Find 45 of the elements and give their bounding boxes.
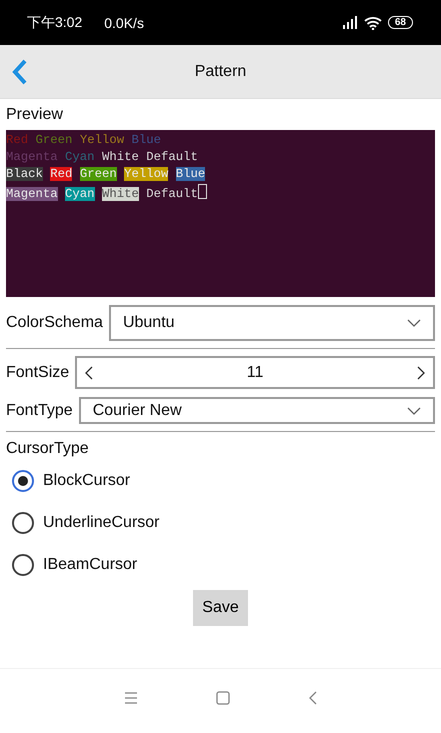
terminal-text: Green xyxy=(36,133,72,147)
chevron-left-icon[interactable] xyxy=(85,366,94,380)
battery-level: 68 xyxy=(388,16,413,29)
radio-button[interactable] xyxy=(12,470,34,492)
menu-icon[interactable] xyxy=(124,692,138,704)
terminal-text: Magenta xyxy=(6,187,58,201)
terminal-text: Yellow xyxy=(80,133,124,147)
color-schema-dropdown[interactable]: Ubuntu xyxy=(108,305,435,341)
radio-label: BlockCursor xyxy=(43,472,130,490)
field-label: FontSize xyxy=(6,364,70,382)
terminal-text: Cyan xyxy=(65,150,95,164)
chevron-right-icon[interactable] xyxy=(417,366,425,380)
chevron-down-icon xyxy=(407,406,421,414)
field-label: FontType xyxy=(6,402,73,420)
signal-icon xyxy=(342,16,358,29)
radio-button[interactable] xyxy=(12,512,34,534)
cursor-type-label: CursorType xyxy=(6,440,90,458)
terminal-text: Red xyxy=(50,167,72,181)
font-type-dropdown[interactable]: Courier New xyxy=(78,397,435,424)
radio-button[interactable] xyxy=(12,554,34,576)
terminal-text: White xyxy=(102,187,139,201)
preview-label: Preview xyxy=(6,106,64,124)
home-icon[interactable] xyxy=(216,691,230,705)
font-size-stepper[interactable]: 11 xyxy=(75,356,435,389)
terminal-text: Default xyxy=(146,187,198,201)
terminal-text: Cyan xyxy=(65,187,95,201)
radio-label: UnderlineCursor xyxy=(43,514,160,532)
radio-label: IBeamCursor xyxy=(43,556,138,574)
terminal-text: Blue xyxy=(176,167,206,181)
terminal-text: Green xyxy=(80,167,117,181)
network-speed: 0.0K/s xyxy=(104,14,144,30)
terminal-text: Blue xyxy=(132,133,162,147)
terminal-text: Black xyxy=(6,167,43,181)
chevron-down-icon xyxy=(407,319,421,327)
terminal-text: Magenta xyxy=(6,150,58,164)
back-icon[interactable] xyxy=(308,691,318,705)
field-label: ColorSchema xyxy=(6,314,103,332)
back-icon[interactable] xyxy=(12,59,28,85)
save-button[interactable]: Save xyxy=(193,590,248,626)
terminal-text: Default xyxy=(146,150,198,164)
page-title: Pattern xyxy=(194,62,246,80)
terminal-text: Red xyxy=(6,133,28,147)
wifi-icon xyxy=(364,16,382,30)
status-time: 下午3:02 xyxy=(27,14,82,32)
terminal-text: White xyxy=(102,150,139,164)
